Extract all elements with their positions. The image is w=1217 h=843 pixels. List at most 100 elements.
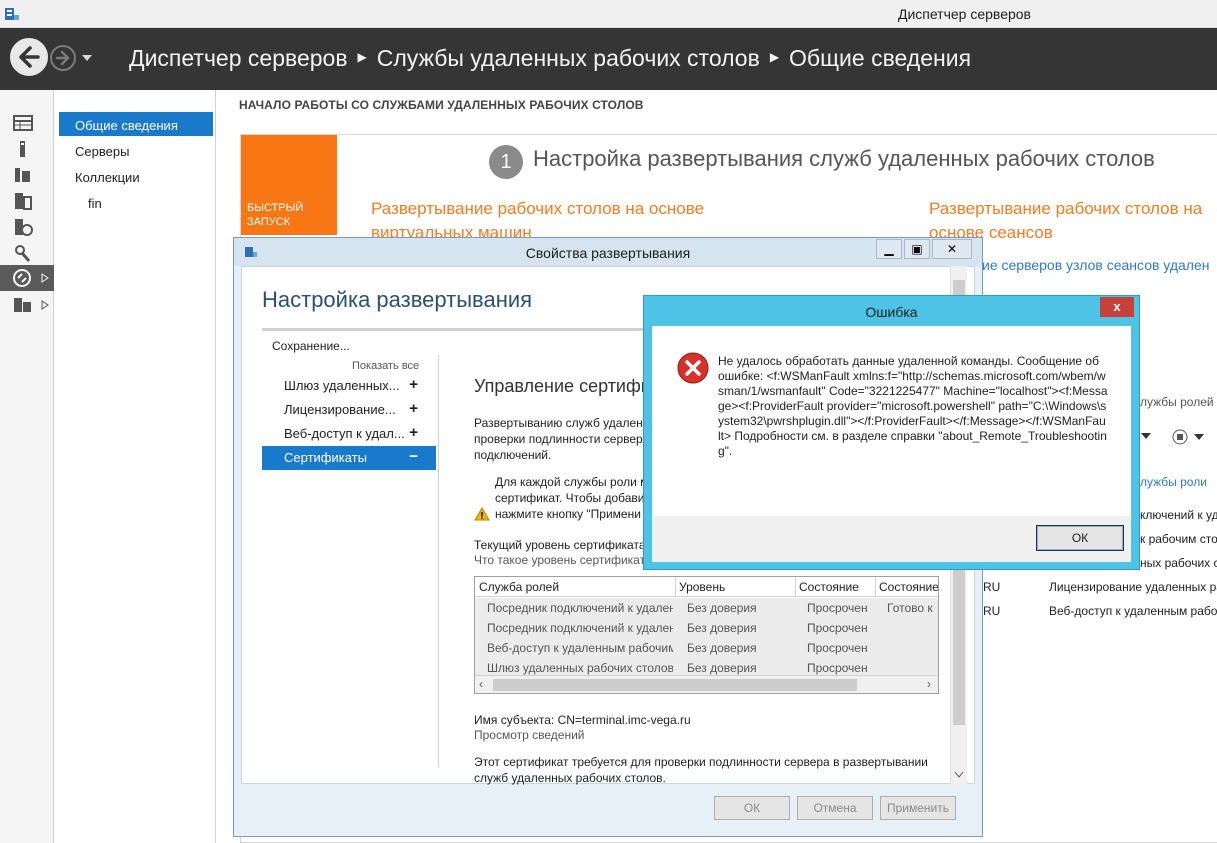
nav-divider <box>438 355 439 767</box>
section-title: Управление сертифи <box>474 376 651 396</box>
cell-role-service: Посредник подключений к удален <box>487 601 673 615</box>
local-server-icon[interactable] <box>12 140 34 158</box>
breadcrumb-item-overview: Общие сведения <box>789 45 972 71</box>
bg-row-text: ных рабочих стол <box>1140 556 1217 570</box>
all-servers-icon[interactable] <box>12 166 34 184</box>
column-header-level[interactable]: Уровень <box>679 580 725 594</box>
cert-level-label: Текущий уровень сертификата <box>474 538 646 552</box>
subnav-item-servers[interactable]: Серверы <box>59 138 213 162</box>
certificates-grid: Служба ролей Уровень Состояние Состояние… <box>474 576 939 694</box>
error-message-area: Не удалось обработать данные удаленной к… <box>652 326 1131 516</box>
expand-arrow-icon[interactable] <box>41 300 49 310</box>
scroll-down-icon[interactable] <box>954 771 964 779</box>
breadcrumb-item-rds[interactable]: Службы удаленных рабочих столов <box>377 45 760 71</box>
breadcrumb-separator-icon: ▶ <box>769 50 780 64</box>
column-divider <box>875 577 876 597</box>
maximize-icon: ▣ <box>911 242 923 256</box>
vdi-deployment-link[interactable]: Развертывание рабочих столов на основе в… <box>371 197 751 239</box>
breadcrumb-item-server-manager[interactable]: Диспетчер серверов <box>129 45 348 71</box>
tasks-role-link[interactable]: службы роли <box>1134 475 1207 489</box>
description-line: проверки подлинности сервер <box>474 432 643 446</box>
apply-button[interactable]: Применить <box>880 796 956 820</box>
ad-ds-icon[interactable] <box>12 192 34 210</box>
remote-desktop-services-nav[interactable] <box>0 265 54 291</box>
collapse-minus-icon: − <box>409 448 418 465</box>
expand-plus-icon: + <box>409 400 418 417</box>
view-details-link[interactable]: Просмотр сведений <box>474 728 585 742</box>
section-description: Развертыванию служб удален проверки подл… <box>474 415 643 463</box>
subnav-item-collections[interactable]: Коллекции <box>59 164 213 188</box>
remote-access-icon[interactable] <box>12 296 34 314</box>
forward-button[interactable] <box>50 45 76 71</box>
table-row[interactable]: Посредник подключений к удален Без довер… <box>475 598 938 618</box>
save-query-icon[interactable] <box>1172 429 1208 445</box>
dialog-title: Свойства развертывания <box>525 245 691 261</box>
table-row[interactable]: Веб-доступ к удаленным рабочим Без довер… <box>475 638 938 658</box>
table-row[interactable]: Шлюз удаленных рабочих столов Без довери… <box>475 658 938 675</box>
error-titlebar[interactable]: Ошибка x <box>644 296 1139 326</box>
nav-item-label: Веб-доступ к удал... <box>284 426 405 441</box>
dialog-titlebar[interactable]: Свойства развертывания ▁ ▣ ✕ <box>234 238 982 266</box>
horizontal-scrollbar[interactable]: ‹ › <box>475 675 938 693</box>
bg-domain-suffix: RU <box>983 604 1001 618</box>
column-header-status[interactable]: Состояние <box>879 580 938 594</box>
cell-state: Просрочен <box>807 621 868 635</box>
breadcrumb-separator-icon: ▶ <box>357 50 367 64</box>
maximize-button[interactable]: ▣ <box>904 239 930 259</box>
scroll-right-icon[interactable]: › <box>927 677 931 691</box>
error-title: Ошибка <box>865 304 918 320</box>
column-header-role-service[interactable]: Служба ролей <box>479 580 559 594</box>
add-rdsh-servers-link[interactable]: ие серверов узлов сеансов удален <box>982 257 1210 273</box>
show-all-link[interactable]: Показать все <box>352 360 419 372</box>
subnav-item-overview[interactable]: Общие сведения <box>59 112 213 136</box>
error-close-button[interactable]: x <box>1100 297 1134 317</box>
subnav-item-collection-fin[interactable]: fin <box>59 190 213 214</box>
footer-line: служб удаленных рабочих столов. <box>474 771 666 785</box>
tools-icon[interactable] <box>12 244 34 262</box>
back-button[interactable] <box>10 38 48 76</box>
minimize-button[interactable]: ▁ <box>876 239 902 259</box>
bg-role-web-access: Веб-доступ к удаленным рабо <box>1049 604 1217 618</box>
dialog-heading: Настройка развертывания <box>262 287 533 312</box>
quickstart-tile[interactable]: БЫСТРЫЙ ЗАПУСК <box>241 135 337 235</box>
nav-item-certificates[interactable]: Сертификаты − <box>262 446 436 470</box>
close-icon: x <box>1113 299 1121 314</box>
column-header-state[interactable]: Состояние <box>799 580 859 594</box>
warning-icon <box>474 507 490 521</box>
warning-line: нажмите кнопку "Примени <box>495 507 641 521</box>
cell-state: Просрочен <box>807 661 868 675</box>
file-services-icon[interactable] <box>12 218 34 236</box>
history-dropdown-icon[interactable] <box>81 53 93 63</box>
ok-button[interactable]: ОК <box>714 796 790 820</box>
nav-item-licensing[interactable]: Лицензирование... + <box>262 398 436 422</box>
cert-level-help-link[interactable]: Что такое уровень сертификата <box>474 553 652 567</box>
nav-item-web-access[interactable]: Веб-доступ к удал... + <box>262 422 436 446</box>
column-divider <box>675 577 676 597</box>
remote-desktop-icon <box>13 269 31 287</box>
nav-item-gateway[interactable]: Шлюз удаленных... + <box>262 374 436 398</box>
cell-level: Без доверия <box>687 641 757 655</box>
column-divider <box>795 577 796 597</box>
table-row[interactable]: Посредник подключений к удален Без довер… <box>475 618 938 638</box>
navigation-bar: Диспетчер серверов ▶ Службы удаленных рабо… <box>0 28 1217 90</box>
breadcrumb: Диспетчер серверов ▶ Службы удаленных рабо… <box>129 45 971 72</box>
warning-line: Для каждой службы роли м <box>495 475 649 489</box>
scroll-thumb[interactable] <box>493 679 857 691</box>
cell-role-service: Посредник подключений к удален <box>487 621 673 635</box>
bg-role-licensing: Лицензирование удаленных ра <box>1049 580 1217 594</box>
arrow-right-icon <box>55 50 70 66</box>
bg-row-text: ключений к удал <box>1140 508 1217 522</box>
app-title: Диспетчер серверов <box>897 6 1031 22</box>
quickstart-label: БЫСТРЫЙ ЗАПУСК <box>247 202 304 228</box>
cell-role-service: Шлюз удаленных рабочих столов <box>487 661 673 675</box>
expand-arrow-icon <box>41 273 49 283</box>
dashboard-icon[interactable] <box>12 114 34 132</box>
expand-plus-icon: + <box>409 376 418 393</box>
dropdown-arrow-icon[interactable] <box>1140 432 1152 440</box>
cancel-button[interactable]: Отмена <box>797 796 873 820</box>
error-ok-button[interactable]: ОК <box>1036 525 1124 551</box>
bg-domain-suffix: RU <box>983 580 1001 594</box>
error-message: Не удалось обработать данные удаленной к… <box>718 354 1108 458</box>
close-button[interactable]: ✕ <box>932 239 972 259</box>
scroll-left-icon[interactable]: ‹ <box>479 677 483 691</box>
